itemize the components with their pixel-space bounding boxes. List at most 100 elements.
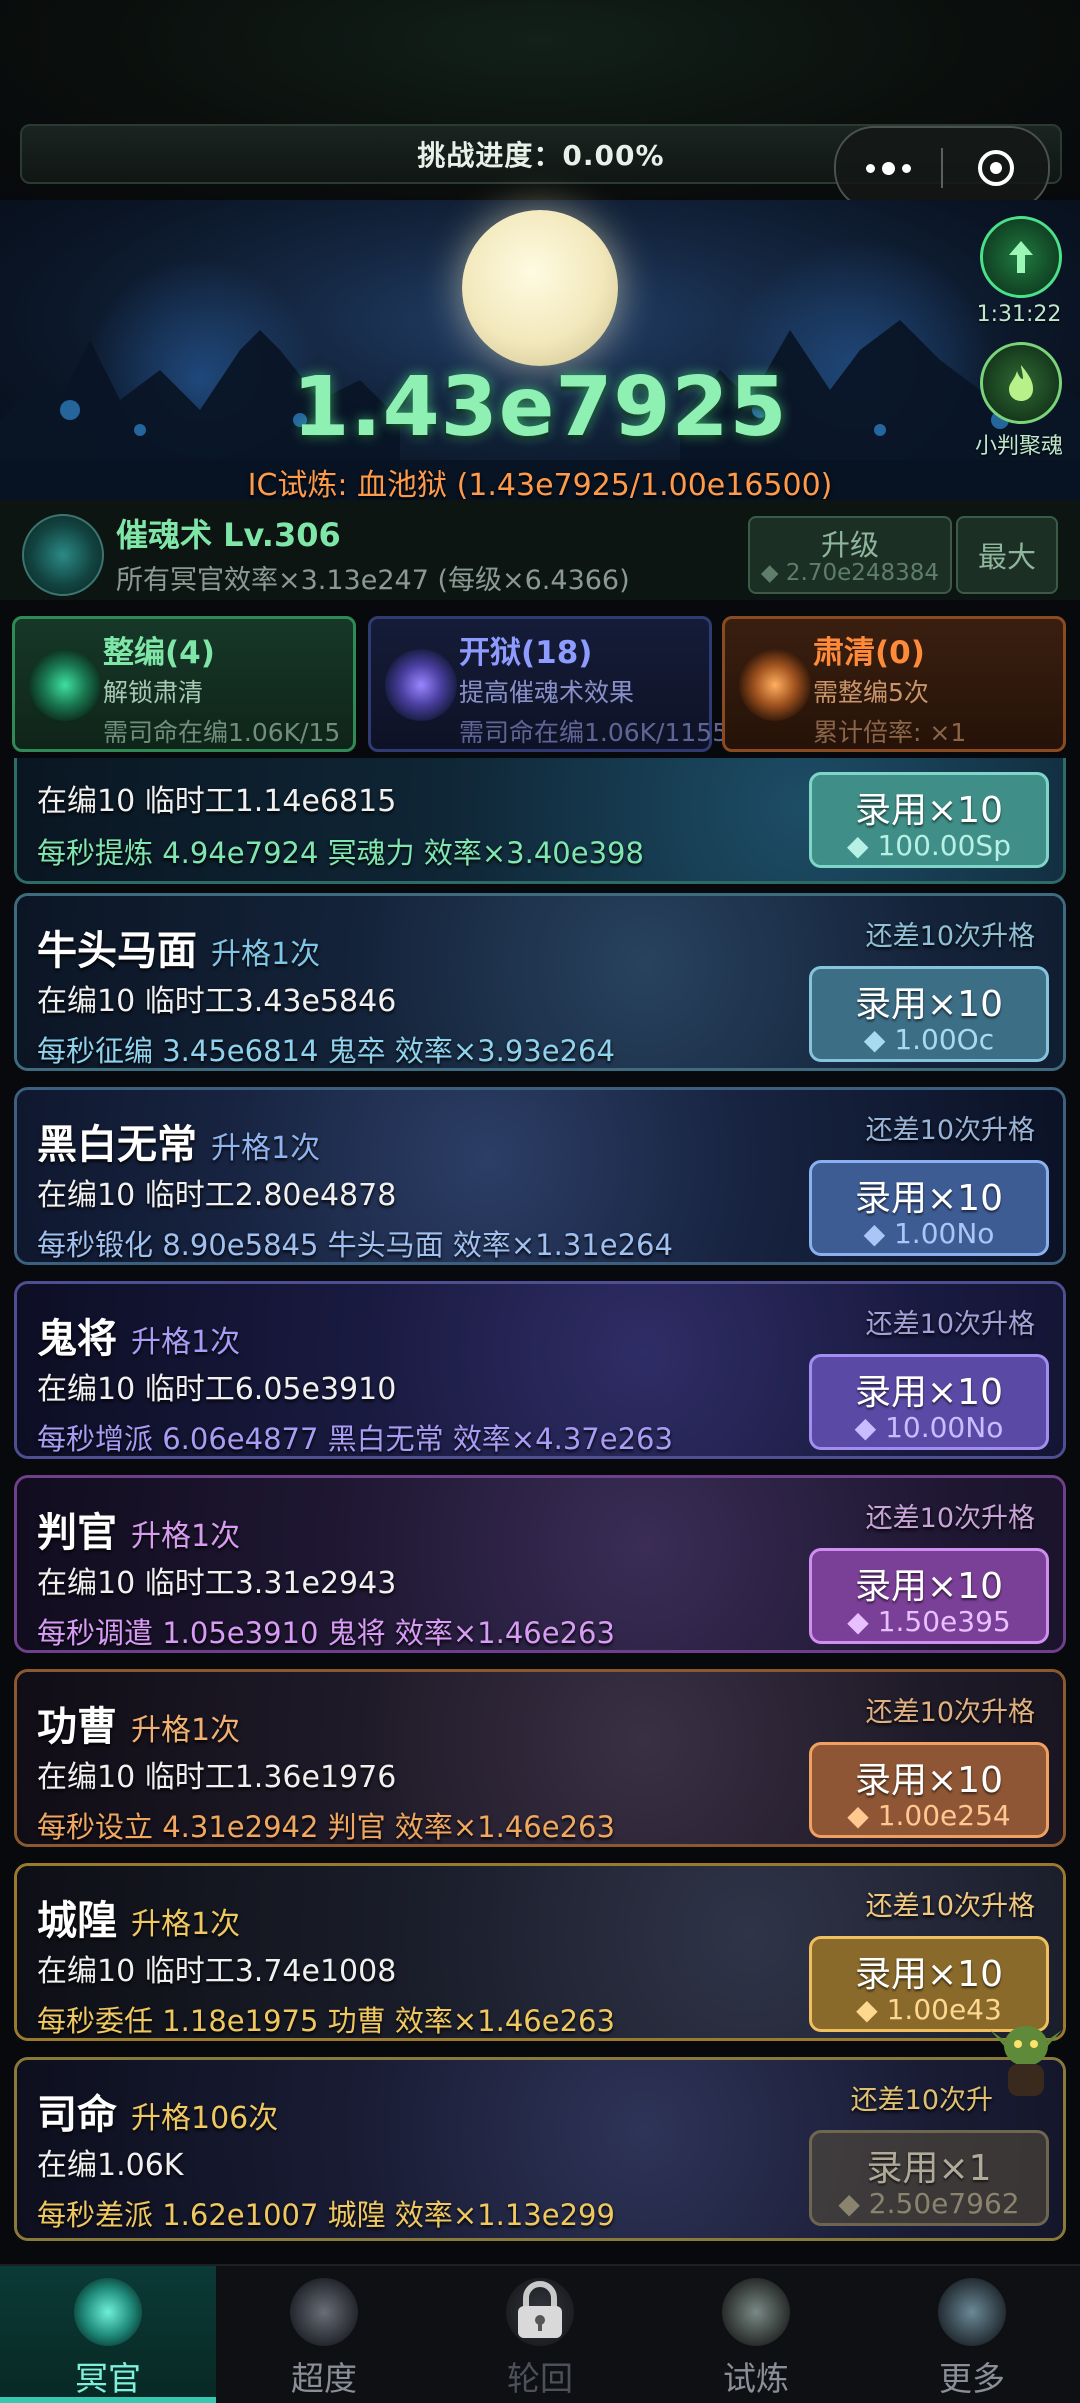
hire-button[interactable]: 录用×10 ◆ 10.00No [809, 1354, 1049, 1450]
unit-staff: 在编10 临时工3.31e2943 [37, 1566, 397, 1601]
hire-cost: ◆ 10.00No [854, 1411, 1004, 1444]
nav-label: 超度 [291, 2359, 357, 2398]
hire-label: 录用×10 [855, 1760, 1003, 1801]
hire-cost: ◆ 2.50e7962 [838, 2187, 1020, 2220]
category-title: 开狱(18) [459, 635, 593, 671]
goblin-helper-icon[interactable] [988, 2010, 1064, 2100]
hire-button[interactable]: 录用×10 ◆ 100.00Sp [809, 772, 1049, 868]
arrow-up-icon [1009, 241, 1033, 273]
unit-card-city-god: 城隍 升格1次 还差10次升格 在编10 临时工3.74e1008 每秒委任 1.… [14, 1863, 1066, 2041]
hire-button[interactable]: 录用×10 ◆ 1.00Oc [809, 966, 1049, 1062]
upgrade-cost: ◆ 2.70e248384 [760, 560, 940, 586]
hire-label: 录用×10 [855, 790, 1003, 831]
hire-label: 录用×10 [855, 1372, 1003, 1413]
unit-card: 在编10 临时工1.14e6815 每秒提炼 4.94e7924 冥魂力 效率×… [14, 758, 1066, 884]
unit-staff: 在编1.06K [37, 2148, 184, 2183]
moon [462, 210, 618, 366]
category-title: 整编(4) [103, 635, 215, 671]
trial-icon [722, 2278, 790, 2346]
unit-rank: 升格106次 [131, 2101, 279, 2136]
unit-staff: 在编10 临时工3.74e1008 [37, 1954, 397, 1989]
nav-tab-reincarnation[interactable]: 轮回 [432, 2266, 648, 2403]
unit-rank: 升格1次 [211, 937, 321, 972]
boost-timer: 1:31:22 [976, 302, 1062, 327]
hire-button[interactable]: 录用×10 ◆ 1.50e395 [809, 1548, 1049, 1644]
category-requirement: 累计倍率: ×1 [813, 718, 967, 747]
promotion-remaining: 还差10次升格 [865, 1309, 1035, 1340]
promotion-remaining: 还差10次升 [850, 2085, 993, 2116]
unit-card-judge: 判官 升格1次 还差10次升格 在编10 临时工3.31e2943 每秒调遣 1.… [14, 1475, 1066, 1653]
unit-staff: 在编10 临时工3.43e5846 [37, 984, 397, 1019]
promotion-remaining: 还差10次升格 [865, 1697, 1035, 1728]
unit-card-black-white: 黑白无常 升格1次 还差10次升格 在编10 临时工2.80e4878 每秒锻化 … [14, 1087, 1066, 1265]
officials-icon [74, 2278, 142, 2346]
unit-name: 鬼将 [37, 1316, 117, 1362]
reorganize-icon [29, 649, 101, 721]
more-menu-button[interactable] [836, 128, 941, 208]
hire-button[interactable]: 录用×10 ◆ 1.00No [809, 1160, 1049, 1256]
unit-card-ghost-general: 鬼将 升格1次 还差10次升格 在编10 临时工6.05e3910 每秒增派 6.… [14, 1281, 1066, 1459]
nav-tab-officials[interactable]: 冥官 [0, 2266, 216, 2403]
category-purge[interactable]: 肃清(0) 需整编5次 累计倍率: ×1 [722, 616, 1066, 752]
category-reorganize[interactable]: 整编(4) 解锁肃清 需司命在编1.06K/15 [12, 616, 356, 752]
unit-card-merit-officer: 功曹 升格1次 还差10次升格 在编10 临时工1.36e1976 每秒设立 4.… [14, 1669, 1066, 1847]
unit-name: 判官 [37, 1510, 117, 1556]
nav-tab-salvation[interactable]: 超度 [216, 2266, 432, 2403]
unit-name: 功曹 [37, 1704, 117, 1750]
promotion-remaining: 还差10次升格 [865, 1115, 1035, 1146]
skill-description: 所有冥官效率×3.13e247 (每级×6.4366) [116, 565, 630, 596]
hire-cost: ◆ 1.00Oc [863, 1023, 995, 1056]
promotion-remaining: 还差10次升格 [865, 1503, 1035, 1534]
soul-power-total: 1.43e7925 [292, 360, 788, 455]
hire-label: 录用×1 [866, 2148, 992, 2189]
skill-max-button[interactable]: 最大 [956, 516, 1058, 594]
unit-rate: 每秒征编 3.45e6814 鬼卒 效率×3.93e264 [37, 1034, 615, 1068]
hire-label: 录用×10 [855, 984, 1003, 1025]
nav-label: 轮回 [507, 2359, 573, 2398]
category-requirement: 需司命在编1.06K/15 [103, 718, 341, 747]
category-desc: 提高催魂术效果 [459, 678, 635, 707]
hire-button[interactable]: 录用×1 ◆ 2.50e7962 [809, 2130, 1049, 2226]
upgrade-label: 升级 [820, 528, 879, 562]
hire-label: 录用×10 [855, 1178, 1003, 1219]
category-title: 肃清(0) [813, 635, 925, 671]
hire-cost: ◆ 100.00Sp [847, 829, 1011, 862]
purge-icon [739, 649, 811, 721]
trial-progress-text: IC试炼: 血池狱 (1.43e7925/1.00e16500) [247, 468, 833, 503]
open-prison-icon [385, 649, 457, 721]
unit-rate: 每秒委任 1.18e1975 功曹 效率×1.46e263 [37, 2004, 615, 2038]
unit-card-ox-horse: 牛头马面 升格1次 还差10次升格 在编10 临时工3.43e5846 每秒征编 … [14, 893, 1066, 1071]
unit-rank: 升格1次 [131, 1907, 241, 1942]
speed-boost-button[interactable] [980, 216, 1062, 298]
gather-soul-button[interactable] [980, 342, 1062, 424]
nav-tab-trial[interactable]: 试炼 [648, 2266, 864, 2403]
unit-name: 牛头马面 [37, 928, 197, 974]
unit-rate: 每秒差派 1.62e1007 城隍 效率×1.13e299 [37, 2198, 615, 2232]
promotion-remaining: 还差10次升格 [865, 921, 1035, 952]
bottom-nav: 冥官 超度 轮回 试炼 更多 [0, 2264, 1080, 2403]
unit-name: 黑白无常 [37, 1122, 197, 1168]
promotion-remaining: 还差10次升格 [865, 1891, 1035, 1922]
hire-button[interactable]: 录用×10 ◆ 1.00e254 [809, 1742, 1049, 1838]
nav-tab-more[interactable]: 更多 [864, 2266, 1080, 2403]
unit-rank: 升格1次 [131, 1713, 241, 1748]
category-open-prison[interactable]: 开狱(18) 提高催魂术效果 需司命在编1.06K/1155 [368, 616, 728, 752]
hire-cost: ◆ 1.00e254 [847, 1799, 1011, 1832]
skill-upgrade-button[interactable]: 升级 ◆ 2.70e248384 [748, 516, 952, 594]
unit-rate: 每秒增派 6.06e4877 黑白无常 效率×4.37e263 [37, 1422, 673, 1456]
hire-label: 录用×10 [855, 1566, 1003, 1607]
soul-flame-icon [1009, 365, 1033, 401]
unit-staff: 在编10 临时工1.36e1976 [37, 1760, 397, 1795]
unit-rate: 每秒调遣 1.05e3910 鬼将 效率×1.46e263 [37, 1616, 615, 1650]
salvation-icon [290, 2278, 358, 2346]
mini-program-capsule [834, 126, 1050, 210]
hire-cost: ◆ 1.00No [863, 1217, 995, 1250]
gather-soul-label: 小判聚魂 [974, 434, 1063, 459]
unit-rate: 每秒设立 4.31e2942 判官 效率×1.46e263 [37, 1810, 615, 1844]
unit-name: 城隍 [37, 1898, 117, 1944]
unit-name: 司命 [37, 2092, 117, 2138]
close-mini-program-button[interactable] [943, 128, 1048, 208]
soul-summon-skill-icon [22, 514, 104, 596]
unit-rank: 升格1次 [131, 1325, 241, 1360]
category-desc: 解锁肃清 [103, 678, 204, 707]
